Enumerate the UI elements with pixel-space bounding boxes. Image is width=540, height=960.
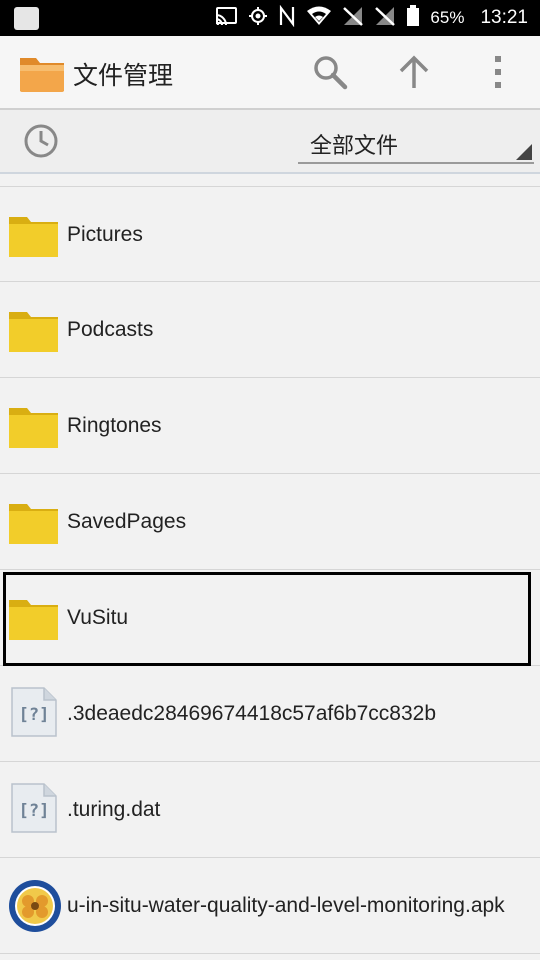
signal-off-icon	[374, 6, 396, 31]
folder-icon	[8, 211, 60, 259]
list-item[interactable]: [?] .3deaedc28469674418c57af6b7cc832b	[0, 666, 540, 762]
file-list: Pictures Podcasts Ringtones SavedPages V…	[0, 186, 540, 954]
filter-bar: 全部文件	[0, 110, 540, 174]
dropdown-triangle-icon	[516, 144, 532, 160]
folder-icon	[8, 498, 60, 546]
recent-clock-icon[interactable]	[22, 122, 60, 160]
status-bar: 65% 13:21	[0, 0, 540, 36]
app-folder-icon	[18, 50, 66, 94]
file-filter-dropdown[interactable]: 全部文件	[298, 120, 534, 164]
overflow-menu-icon	[495, 56, 501, 88]
apk-app-icon	[8, 880, 61, 932]
file-name: .turing.dat	[67, 798, 161, 821]
list-item[interactable]: Ringtones	[0, 378, 540, 474]
list-item[interactable]: Pictures	[0, 186, 540, 282]
folder-icon	[8, 306, 60, 354]
file-name: Pictures	[67, 223, 143, 246]
file-filter-selected: 全部文件	[310, 133, 399, 158]
app-title: 文件管理	[73, 62, 174, 90]
svg-text:[?]: [?]	[19, 705, 50, 725]
list-item[interactable]: u-in-situ-water-quality-and-level-monito…	[0, 858, 540, 954]
nfc-icon	[278, 4, 296, 32]
gps-icon	[248, 6, 268, 31]
signal-off-icon	[342, 6, 364, 31]
app-bar: 文件管理	[0, 36, 540, 110]
file-name: Ringtones	[67, 414, 162, 437]
file-name: VuSitu	[67, 606, 129, 629]
unknown-file-icon: [?]	[8, 687, 60, 738]
folder-icon	[8, 402, 60, 450]
file-name: u-in-situ-water-quality-and-level-monito…	[67, 894, 505, 917]
list-item[interactable]: Podcasts	[0, 282, 540, 378]
search-button[interactable]	[308, 50, 352, 94]
arrow-up-icon	[399, 55, 429, 88]
file-name: .3deaedc28469674418c57af6b7cc832b	[67, 702, 437, 725]
overflow-menu-button[interactable]	[476, 50, 520, 94]
search-icon	[314, 56, 348, 90]
list-item-selected[interactable]: VuSitu	[0, 570, 540, 666]
svg-text:[?]: [?]	[19, 801, 50, 821]
folder-icon	[8, 594, 60, 642]
cast-icon	[214, 6, 238, 31]
wifi-icon	[306, 6, 332, 31]
battery-icon	[406, 4, 420, 32]
battery-percent: 65%	[430, 8, 465, 27]
unknown-file-icon: [?]	[8, 783, 60, 834]
list-item[interactable]: SavedPages	[0, 474, 540, 570]
list-item[interactable]: [?] .turing.dat	[0, 762, 540, 858]
file-name: SavedPages	[67, 510, 187, 533]
go-up-button[interactable]	[392, 50, 436, 94]
notification-square-icon	[14, 7, 39, 30]
file-name: Podcasts	[67, 318, 154, 341]
status-time: 13:21	[480, 7, 528, 28]
